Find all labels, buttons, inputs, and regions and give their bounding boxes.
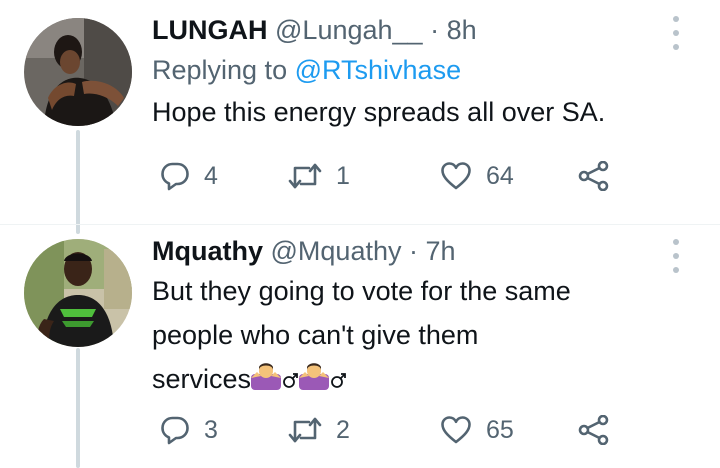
more-options-icon[interactable] [666, 16, 686, 50]
share-button[interactable] [578, 158, 610, 194]
reply-count: 4 [204, 161, 218, 190]
retweet-icon [288, 163, 322, 189]
more-options-icon[interactable] [666, 239, 686, 273]
tweet-header: LUNGAH @Lungah__ · 8h [152, 14, 680, 46]
tweet-timestamp[interactable]: 8h [447, 15, 477, 45]
tweet-timestamp[interactable]: 7h [426, 236, 456, 266]
like-count: 64 [486, 161, 514, 190]
share-button[interactable] [578, 412, 610, 448]
reply-tweet[interactable]: Mquathy @Mquathy · 7h But they going to … [0, 225, 720, 468]
reply-bubble-icon [161, 162, 189, 191]
avatar[interactable] [24, 239, 132, 347]
separator-dot: · [409, 236, 418, 266]
separator-dot: · [430, 15, 440, 45]
heart-icon [441, 416, 471, 444]
retweet-count: 2 [336, 415, 350, 444]
reply-bubble-icon [161, 416, 189, 445]
user-handle[interactable]: @Lungah__ [275, 15, 423, 45]
tweet-actions: 4 1 64 [152, 158, 632, 194]
heart-icon [441, 162, 471, 190]
tweet-text-line: services [152, 364, 252, 394]
display-name[interactable]: LUNGAH [152, 15, 268, 45]
retweet-count: 1 [336, 161, 350, 190]
mention-link[interactable]: @RTshivhase [295, 55, 461, 85]
like-count: 65 [486, 415, 514, 444]
share-icon [578, 161, 609, 191]
reply-button[interactable]: 4 [160, 158, 218, 194]
retweet-button[interactable]: 1 [288, 158, 350, 194]
person-shrugging-male-emoji [251, 361, 299, 405]
reply-button[interactable]: 3 [160, 412, 218, 448]
tweet-text-line: But they going to vote for the same [152, 276, 571, 306]
display-name[interactable]: Mquathy [152, 236, 263, 266]
like-button[interactable]: 65 [440, 412, 514, 448]
tweet-text: Hope this energy spreads all over SA. [152, 90, 680, 134]
tweet-text-line-with-emoji: services🤷‍♂️🤷‍♂️ [152, 357, 680, 405]
reply-count: 3 [204, 415, 218, 444]
tweet-text-line: people who can't give them [152, 320, 479, 350]
user-handle[interactable]: @Mquathy [271, 236, 402, 266]
like-button[interactable]: 64 [440, 158, 514, 194]
replying-to-line: Replying to @RTshivhase [152, 54, 680, 86]
reply-tweet[interactable]: LUNGAH @Lungah__ · 8h Replying to @RTshi… [0, 0, 720, 224]
tweet-text-line: Hope this energy spreads all over SA. [152, 97, 606, 127]
avatar[interactable] [24, 18, 132, 126]
replying-to-label: Replying to [152, 55, 288, 85]
share-icon [578, 415, 609, 445]
retweet-button[interactable]: 2 [288, 412, 350, 448]
tweet-text: But they going to vote for the same peop… [152, 269, 680, 405]
tweet-actions: 3 2 65 [152, 412, 632, 448]
person-shrugging-male-emoji [299, 361, 347, 405]
tweet-header: Mquathy @Mquathy · 7h [152, 235, 680, 267]
retweet-icon [288, 417, 322, 443]
